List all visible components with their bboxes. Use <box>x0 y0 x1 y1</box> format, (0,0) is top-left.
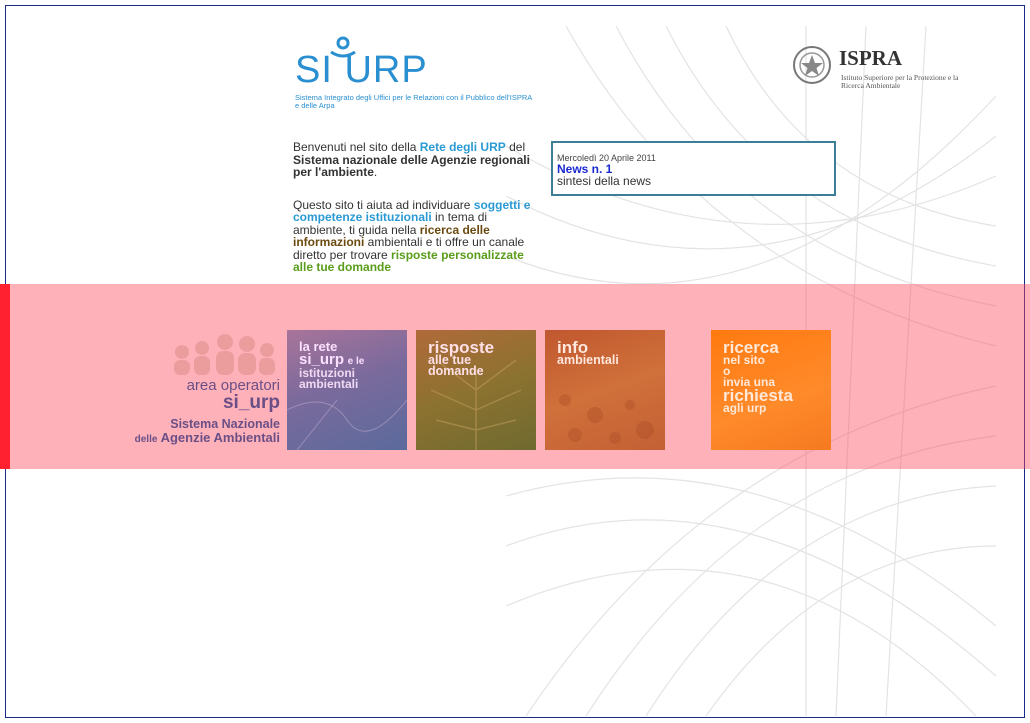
siurp-operatori-label: si_urp <box>222 392 280 413</box>
news-summary: sintesi della news <box>557 174 652 188</box>
ispra-logo-word: ISPRA <box>839 46 903 70</box>
ispra-logo[interactable]: ISPRA Istituto Superiore per la Protezio… <box>791 44 971 94</box>
tile-text: info ambientali <box>557 339 653 367</box>
tile-la-rete-siurp[interactable]: la rete si_urp e le istituzioni ambienta… <box>287 330 407 450</box>
agenzie-label: Agenzie Ambientali <box>160 430 280 445</box>
ispra-logo-subtitle: Istituto Superiore per la Protezione e l… <box>841 73 959 90</box>
tile-info-line2: ambientali <box>557 353 619 367</box>
sistema-nazionale-highlight: Sistema nazionale delle Agenzie regional… <box>293 152 530 179</box>
people-icon <box>174 334 275 375</box>
tile-rete-line4: ambientali <box>299 377 359 391</box>
tile-risposte-alle-tue-domande[interactable]: risposte alle tue domande <box>416 330 536 450</box>
siurp-logo[interactable]: SI URP Sistema Integrato degli Uffici pe… <box>291 36 532 110</box>
band-edge-marker <box>0 284 10 469</box>
tile-info-ambientali[interactable]: info ambientali <box>545 330 665 450</box>
tile-text: ricerca nel sito o invia una richiesta a… <box>723 339 819 414</box>
siurp-logo-word: SI URP <box>295 49 428 91</box>
siurp-logo-subtitle: Sistema Integrato degli Uffici per le Re… <box>295 93 532 110</box>
tile-ricerca-nel-sito[interactable]: ricerca nel sito o invia una richiesta a… <box>711 330 831 450</box>
area-operatori-link[interactable]: area operatori si_urp Sistema Nazionale … <box>100 330 280 455</box>
tile-risposte-line3: domande <box>428 364 484 378</box>
delle-label: delle <box>134 434 158 445</box>
intro-text-span: . <box>373 165 378 179</box>
intro-paragraph-2: Questo sito ti aiuta ad individuare sogg… <box>293 198 543 274</box>
tile-text: la rete si_urp e le istituzioni ambienta… <box>299 340 395 390</box>
agenzie-ambientali-label: delle Agenzie Ambientali <box>135 430 280 445</box>
intro-paragraph-1: Benvenuti nel sito della Rete degli URP … <box>293 141 543 179</box>
tile-text: risposte alle tue domande <box>428 339 524 378</box>
news-box: Mercoledì 20 Aprile 2011 News n. 1 sinte… <box>551 141 836 196</box>
intro-text: Benvenuti nel sito della Rete degli URP … <box>293 141 543 294</box>
emblem-icon <box>793 46 831 84</box>
sistema-nazionale-label: Sistema Nazionale <box>170 417 280 431</box>
